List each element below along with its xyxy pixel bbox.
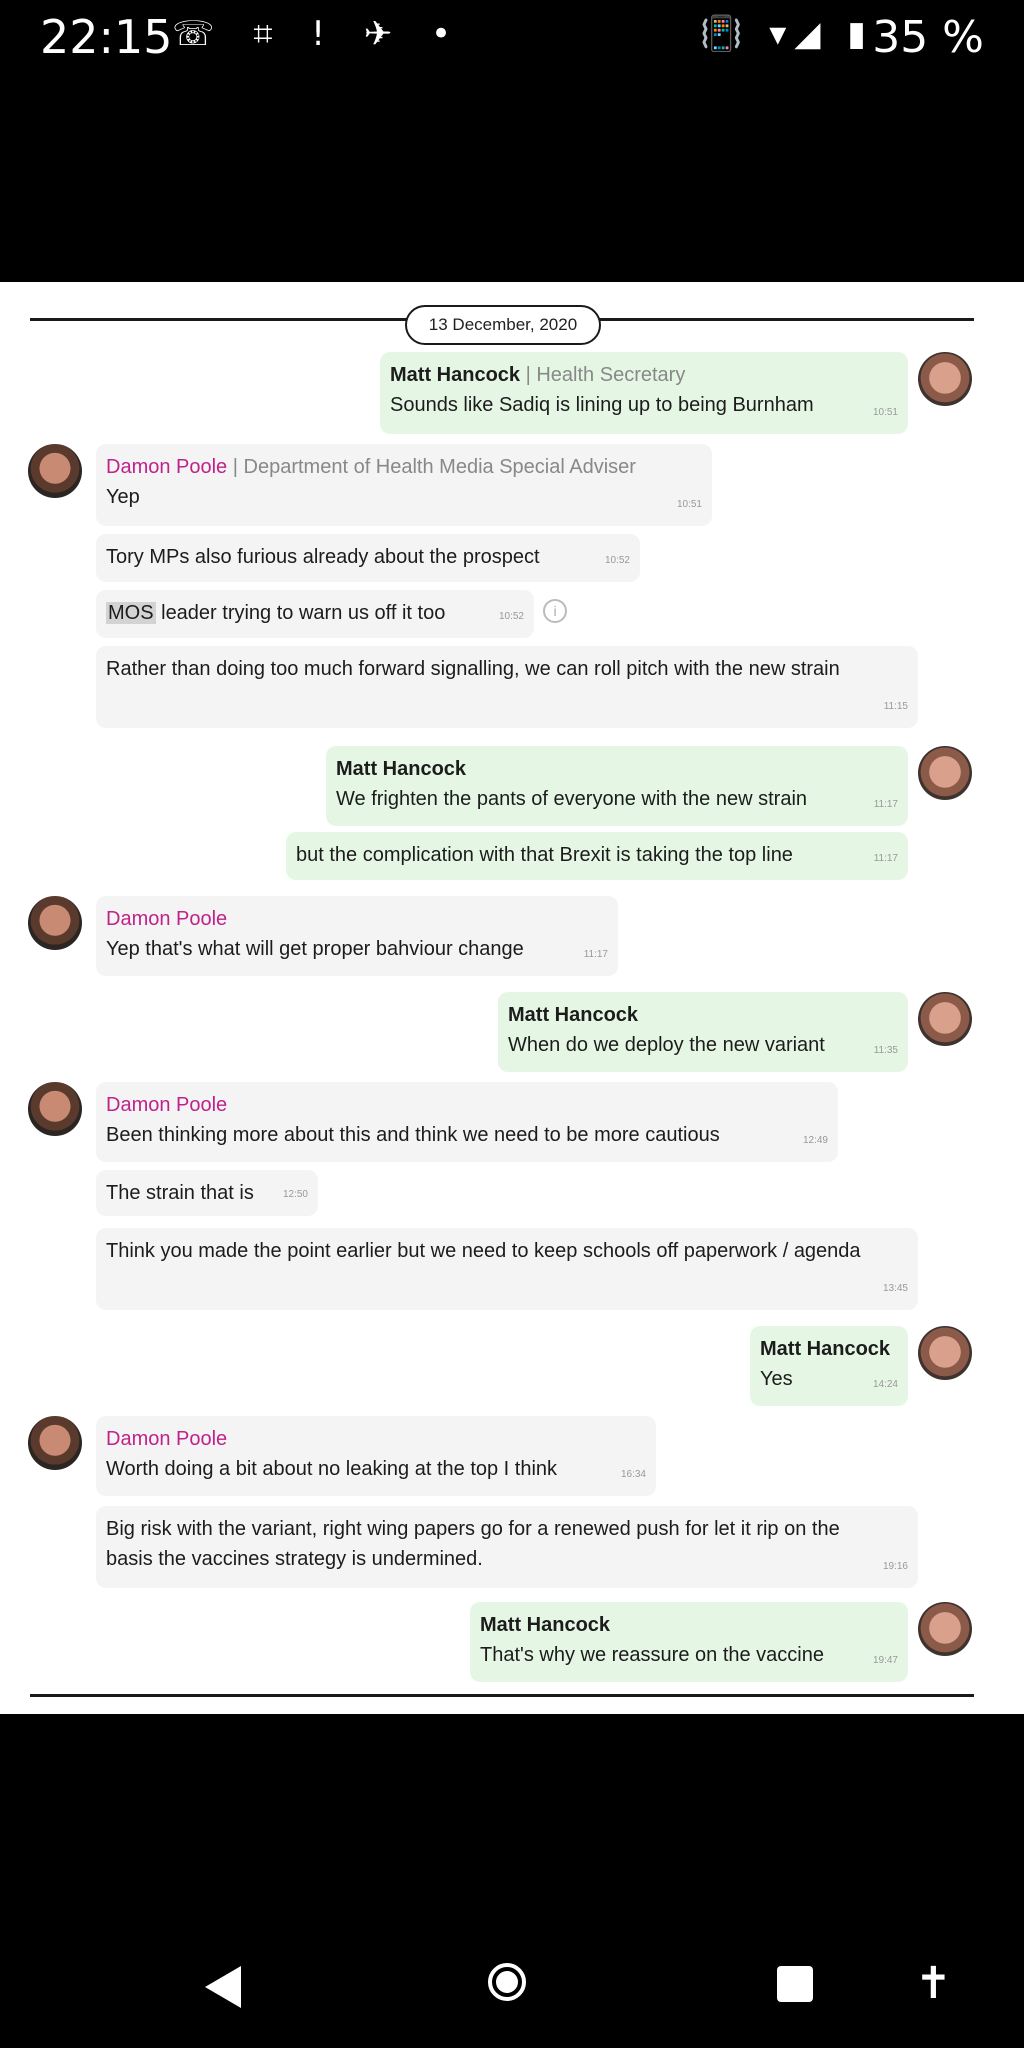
sender-name: Matt Hancock	[336, 758, 467, 780]
message-time: 10:52	[498, 611, 524, 622]
message-bubble: Rather than doing too much forward signa…	[96, 646, 918, 728]
highlighted-text: MOS	[106, 602, 156, 624]
message-bubble: Matt Hancock We frighten the pants of ev…	[326, 746, 908, 826]
date-pill: 13 December, 2020	[405, 305, 601, 345]
message-time: 11:35	[873, 1045, 898, 1056]
message-bubble: Matt Hancock | Health Secretary Sounds l…	[380, 352, 908, 434]
avatar	[28, 896, 82, 950]
message-text: but the complication with that Brexit is…	[296, 844, 793, 866]
bottom-divider	[30, 1694, 974, 1697]
navigation-bar: ✝	[0, 1930, 1024, 2048]
message-bubble: Matt Hancock When do we deploy the new v…	[498, 992, 908, 1072]
sender-name: Damon Poole	[106, 456, 228, 478]
avatar	[28, 1416, 82, 1470]
message-text: Yep that's what will get proper bahviour…	[106, 938, 524, 960]
chat-screenshot: 13 December, 2020 Matt Hancock | Health …	[0, 282, 1024, 1714]
message-time: 10:51	[676, 499, 702, 510]
message-time: 11:15	[883, 701, 908, 712]
message-bubble: Think you made the point earlier but we …	[96, 1228, 918, 1310]
message-bubble: MOS leader trying to warn us off it too …	[96, 590, 534, 638]
message-text: Worth doing a bit about no leaking at th…	[106, 1458, 558, 1480]
message-text: Rather than doing too much forward signa…	[106, 658, 840, 680]
sender-name: Matt Hancock	[390, 364, 521, 386]
message-time: 11:17	[873, 799, 898, 810]
message-bubble: but the complication with that Brexit is…	[286, 832, 908, 880]
sender-name: Matt Hancock	[480, 1614, 611, 1636]
message-time: 10:52	[604, 555, 630, 566]
avatar	[918, 352, 972, 406]
message-time: 12:49	[802, 1135, 828, 1146]
message-bubble: The strain that is 12:50	[96, 1170, 318, 1216]
recents-icon[interactable]	[777, 1966, 813, 2002]
message-bubble: Matt Hancock That's why we reassure on t…	[470, 1602, 908, 1682]
message-bubble: Damon Poole Been thinking more about thi…	[96, 1082, 838, 1162]
sender-role: Health Secretary	[536, 364, 686, 386]
message-text: The strain that is	[106, 1182, 254, 1204]
sender-name: Damon Poole	[106, 1094, 228, 1116]
sender-role-separator: |	[232, 456, 244, 478]
message-time: 12:50	[282, 1189, 308, 1200]
message-bubble: Big risk with the variant, right wing pa…	[96, 1506, 918, 1588]
status-bar: 22:15 ☏ ⌗ ! ✈ • 📳 ▾◢ ▮ 35 %	[0, 0, 1024, 80]
sender-name: Matt Hancock	[508, 1004, 639, 1026]
message-time: 10:51	[872, 407, 898, 418]
back-icon[interactable]	[205, 1966, 241, 2008]
message-time: 16:34	[620, 1469, 646, 1480]
sender-role: Department of Health Media Special Advis…	[243, 456, 636, 478]
message-text: Think you made the point earlier but we …	[106, 1240, 861, 1262]
battery-level: 35 %	[872, 12, 984, 63]
avatar	[918, 992, 972, 1046]
sender-name: Matt Hancock	[760, 1338, 891, 1360]
message-text-rest: leader trying to warn us off it too	[155, 602, 446, 624]
message-bubble: Tory MPs also furious already about the …	[96, 534, 640, 582]
message-text: Big risk with the variant, right wing pa…	[106, 1518, 840, 1570]
message-bubble: Damon Poole | Department of Health Media…	[96, 444, 712, 526]
avatar	[918, 1602, 972, 1656]
message-time: 11:17	[873, 853, 898, 864]
signal-icons: 📳 ▾◢ ▮	[700, 14, 874, 54]
message-time: 11:17	[583, 949, 608, 960]
message-text: Been thinking more about this and think …	[106, 1124, 720, 1146]
sender-name: Damon Poole	[106, 908, 228, 930]
message-time: 19:16	[882, 1561, 908, 1572]
info-icon[interactable]: i	[543, 599, 567, 623]
avatar	[918, 746, 972, 800]
status-time: 22:15	[40, 10, 173, 64]
message-text: When do we deploy the new variant	[508, 1034, 825, 1056]
message-text: Tory MPs also furious already about the …	[106, 546, 540, 568]
message-bubble: Damon Poole Yep that's what will get pro…	[96, 896, 618, 976]
message-time: 19:47	[872, 1655, 898, 1666]
message-text: Yep	[106, 486, 140, 508]
message-text: That's why we reassure on the vaccine	[480, 1644, 824, 1666]
message-text: Sounds like Sadiq is lining up to being …	[390, 394, 814, 416]
avatar	[918, 1326, 972, 1380]
home-icon[interactable]	[488, 1963, 526, 2001]
message-time: 13:45	[882, 1283, 908, 1294]
message-time: 14:24	[872, 1379, 898, 1390]
notification-icons: ☏ ⌗ ! ✈ •	[172, 14, 466, 54]
sender-role-separator: |	[525, 364, 537, 386]
message-text: We frighten the pants of everyone with t…	[336, 788, 808, 810]
message-bubble: Damon Poole Worth doing a bit about no l…	[96, 1416, 656, 1496]
sender-name: Damon Poole	[106, 1428, 228, 1450]
accessibility-icon[interactable]: ✝	[915, 1958, 952, 2009]
message-text: MOS leader trying to warn us off it too	[106, 598, 524, 628]
message-bubble: Matt Hancock Yes 14:24	[750, 1326, 908, 1406]
avatar	[28, 444, 82, 498]
avatar	[28, 1082, 82, 1136]
